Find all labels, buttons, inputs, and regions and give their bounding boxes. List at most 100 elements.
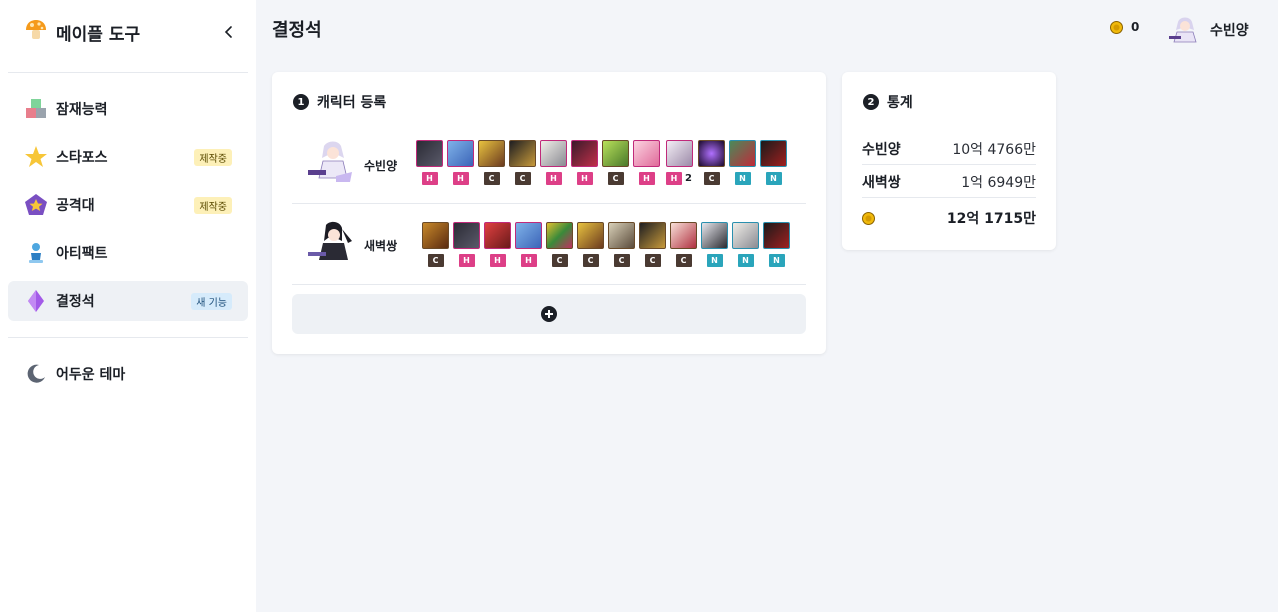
wip-badge: 제작중 (194, 197, 232, 214)
boss-selection[interactable]: N (763, 222, 790, 267)
user-profile[interactable]: 수빈양 (1168, 14, 1249, 46)
boss-portrait (701, 222, 728, 249)
boss-portrait (729, 140, 756, 167)
difficulty-badge: C (613, 253, 630, 267)
difficulty-badge: H (489, 253, 506, 267)
boss-selection[interactable]: H2 (664, 140, 694, 185)
character-name: 수빈양 (364, 159, 398, 173)
boss-portrait (540, 140, 567, 167)
difficulty-badge: C (514, 171, 531, 185)
character-avatar (308, 221, 352, 260)
boss-portrait (639, 222, 666, 249)
boss-selection[interactable]: H (633, 140, 660, 185)
boss-selection[interactable]: H (416, 140, 443, 185)
user-name: 수빈양 (1210, 23, 1249, 39)
card-header: 2 통계 (863, 92, 913, 112)
dark-theme-toggle[interactable]: 어두운 테마 (8, 354, 248, 394)
boss-selection[interactable]: N (732, 222, 759, 267)
star-pentagon-icon (24, 193, 48, 217)
difficulty-badge: H (576, 171, 593, 185)
difficulty-badge: C (483, 171, 500, 185)
boss-portrait (577, 222, 604, 249)
collapse-sidebar-button[interactable] (218, 21, 240, 43)
boss-selection[interactable]: C (546, 222, 573, 267)
boss-portrait (571, 140, 598, 167)
sidebar-item-artifact[interactable]: 아티팩트 (8, 233, 248, 273)
difficulty-badge: H (520, 253, 537, 267)
boss-selection[interactable]: C (670, 222, 697, 267)
card-title: 통계 (887, 95, 913, 111)
sidebar-item-potential[interactable]: 잠재능력 (8, 89, 248, 129)
boss-selection[interactable]: N (760, 140, 787, 185)
step-number: 1 (293, 94, 309, 110)
boss-portrait (422, 222, 449, 249)
brand[interactable]: 메이플 도구 (24, 18, 140, 46)
difficulty-badge: C (703, 171, 720, 185)
stat-value: 10억 4766만 (952, 141, 1036, 158)
boss-selection[interactable]: C (509, 140, 536, 185)
boss-selection[interactable]: C (698, 140, 725, 185)
boss-portrait (484, 222, 511, 249)
boss-portrait (447, 140, 474, 167)
boss-portrait (509, 140, 536, 167)
difficulty-badge: C (644, 253, 661, 267)
boss-selection[interactable]: H (447, 140, 474, 185)
difficulty-badge: H (666, 171, 683, 185)
boss-portrait (633, 140, 660, 167)
stat-value: 1억 6949만 (961, 174, 1036, 191)
stats-card: 2 통계 수빈양 10억 4766만 새벽쌍 1억 6949만 12억 1715… (842, 72, 1056, 250)
sidebar-item-label: 결정석 (56, 294, 95, 310)
stat-total-value: 12억 1715만 (946, 211, 1036, 227)
boss-selection[interactable]: N (701, 222, 728, 267)
sidebar-item-label: 공격대 (56, 198, 95, 214)
sidebar: 메이플 도구 잠재능력 스타포스 제작중 공격대 제작중 아티팩트 결정석 새 … (0, 0, 256, 612)
character-row[interactable]: 수빈양 H H C C H H C H H2 C N N (292, 124, 806, 204)
stat-character-name: 수빈양 (862, 141, 901, 158)
boss-portrait (760, 140, 787, 167)
boss-selection[interactable]: C (639, 222, 666, 267)
stat-row: 수빈양 10억 4766만 (862, 133, 1036, 165)
boss-selection[interactable]: H (540, 140, 567, 185)
boss-selection[interactable]: C (422, 222, 449, 267)
boss-portrait (608, 222, 635, 249)
boss-portrait (732, 222, 759, 249)
artifact-figure-icon (24, 241, 48, 265)
boss-list: C H H H C C C C C N N N (422, 222, 790, 267)
character-row[interactable]: 새벽쌍 C H H H C C C C C N N N (292, 205, 806, 285)
boss-selection[interactable]: C (608, 222, 635, 267)
avatar (1169, 17, 1197, 43)
difficulty-badge: H (421, 171, 438, 185)
boss-selection[interactable]: H (484, 222, 511, 267)
sidebar-item-label: 아티팩트 (56, 246, 108, 262)
difficulty-badge: C (582, 253, 599, 267)
new-feature-badge: 새 기능 (191, 293, 232, 310)
boss-selection[interactable]: C (577, 222, 604, 267)
boss-selection[interactable]: C (602, 140, 629, 185)
stat-row: 새벽쌍 1억 6949만 (862, 166, 1036, 198)
coin-icon (1110, 20, 1123, 34)
boss-portrait (546, 222, 573, 249)
difficulty-badge: H (638, 171, 655, 185)
boss-selection[interactable]: H (571, 140, 598, 185)
stat-character-name: 새벽쌍 (862, 174, 901, 191)
sidebar-item-label: 스타포스 (56, 150, 108, 166)
difficulty-badge: C (427, 253, 444, 267)
coin-count: 0 (1131, 20, 1140, 34)
boss-selection[interactable]: H (515, 222, 542, 267)
coin-counter: 0 (1110, 20, 1139, 34)
difficulty-badge: H (545, 171, 562, 185)
step-number: 2 (863, 94, 879, 110)
boss-selection[interactable]: H (453, 222, 480, 267)
sidebar-item-raid[interactable]: 공격대 제작중 (8, 185, 248, 225)
chevron-left-icon (224, 26, 232, 38)
sidebar-item-starforce[interactable]: 스타포스 제작중 (8, 137, 248, 177)
dark-theme-label: 어두운 테마 (56, 367, 126, 383)
add-character-button[interactable] (292, 294, 806, 334)
character-register-card: 1 캐릭터 등록 수빈양 H H C C H H C H H2 C N N 새벽… (272, 72, 826, 354)
boss-portrait (515, 222, 542, 249)
page-title: 결정석 (272, 20, 322, 41)
boss-selection[interactable]: N (729, 140, 756, 185)
boss-selection[interactable]: C (478, 140, 505, 185)
sidebar-item-crystal[interactable]: 결정석 새 기능 (8, 281, 248, 321)
sidebar-item-label: 잠재능력 (56, 102, 108, 118)
